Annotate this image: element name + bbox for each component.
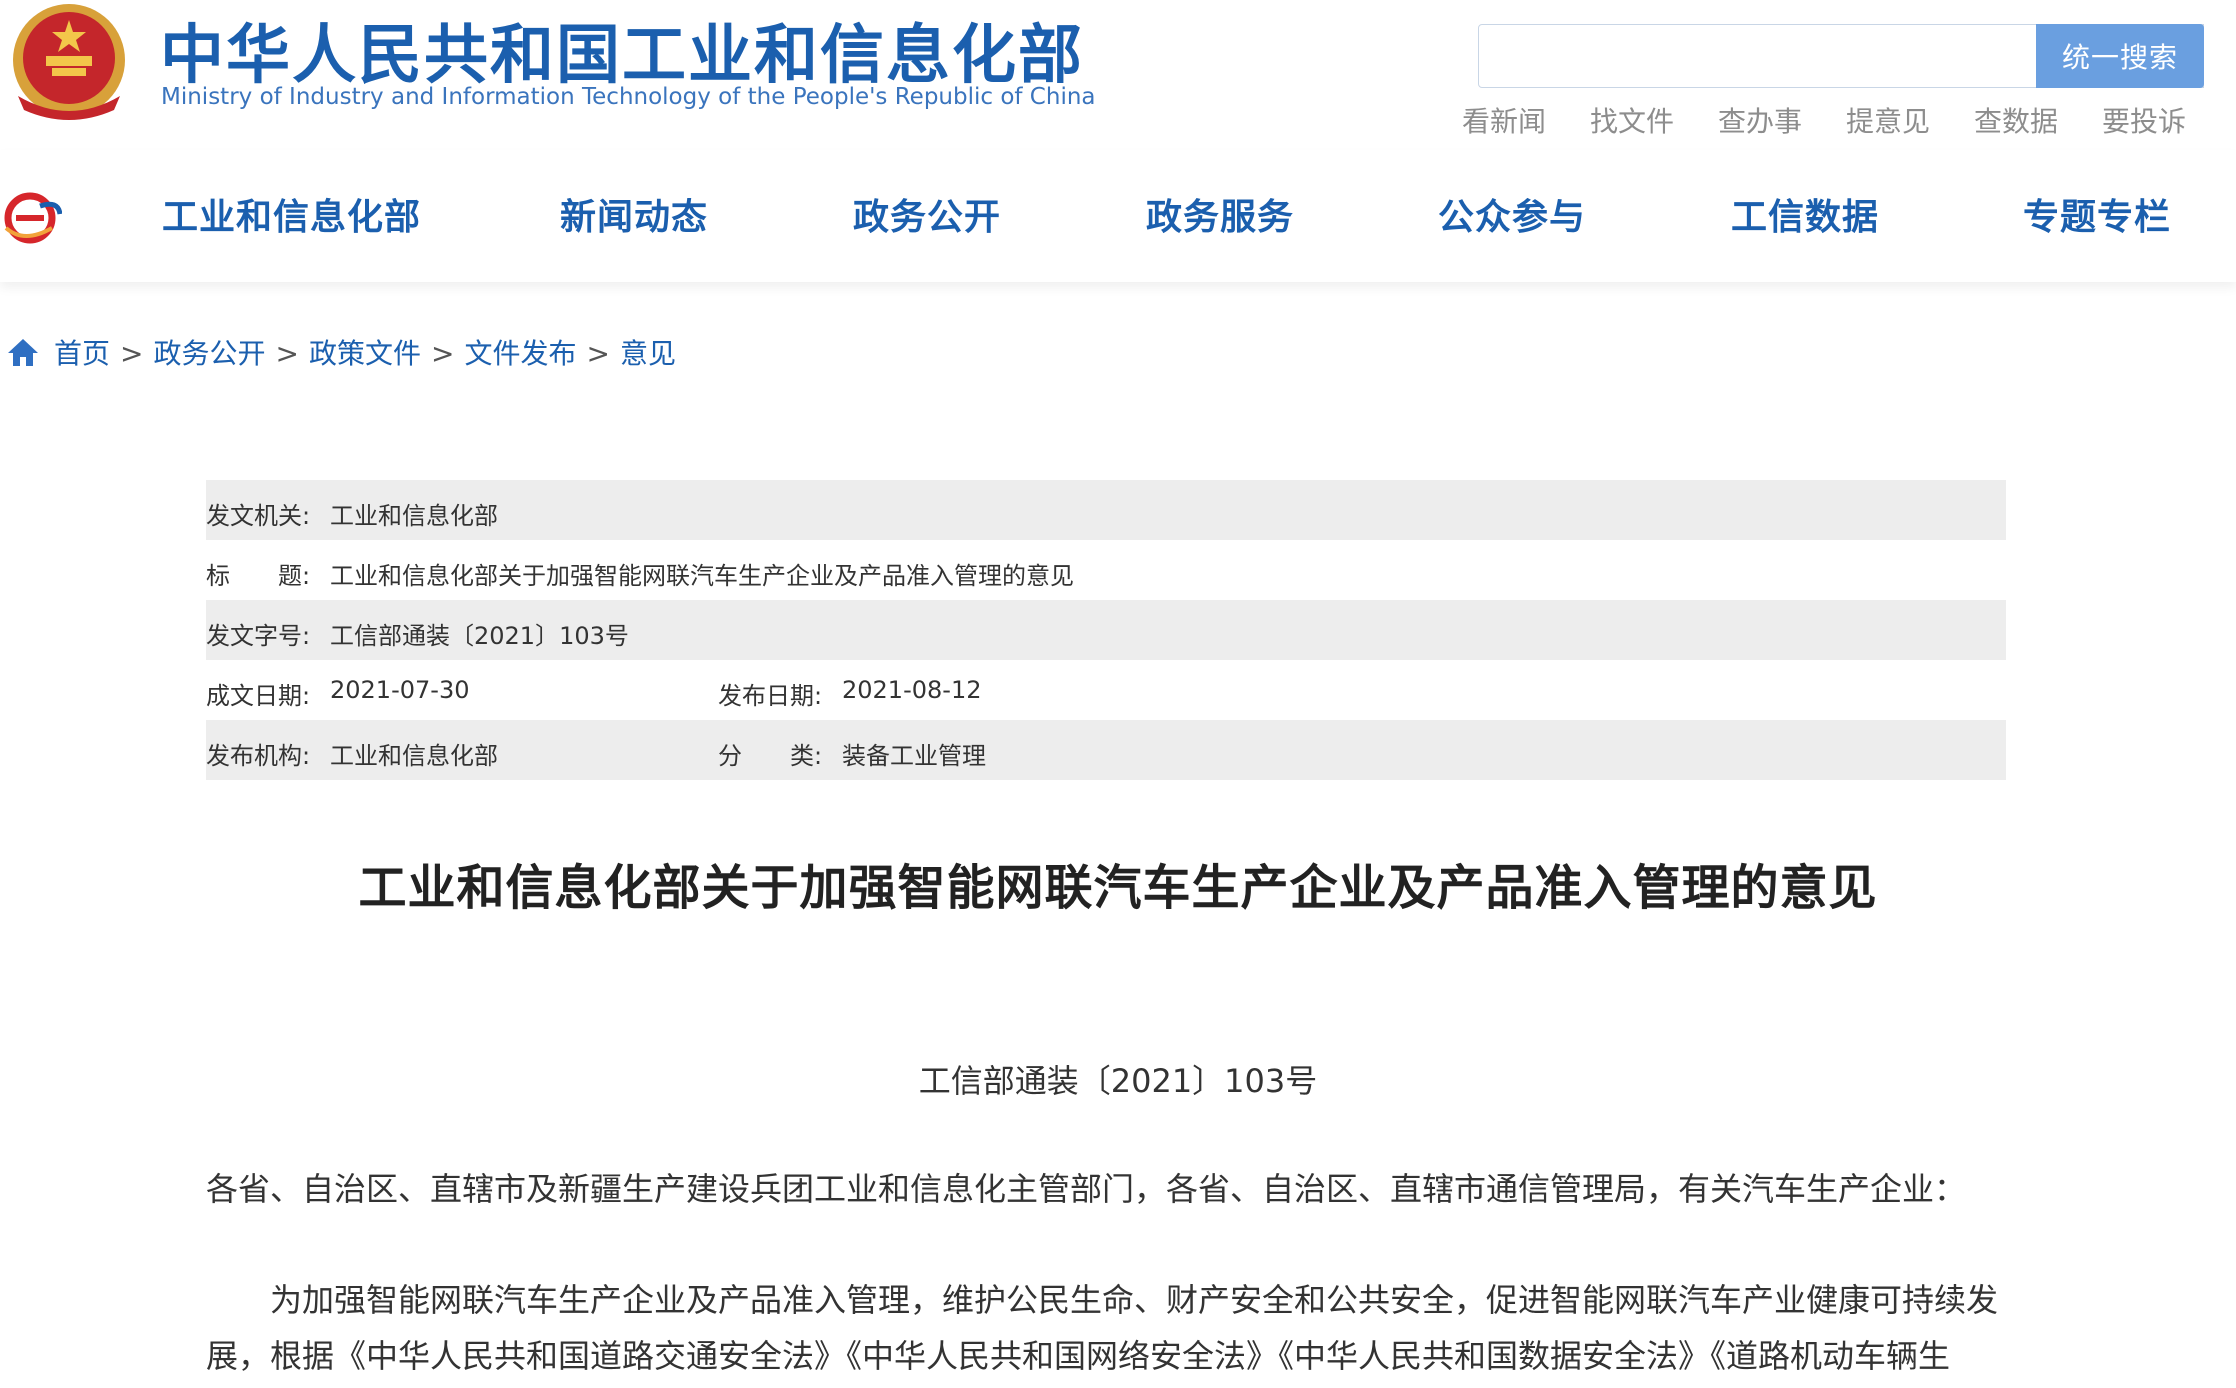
breadcrumb-links: 首页 > 政务公开 > 政策文件 > 文件发布 > 意见	[54, 332, 676, 372]
site-header: 中华人民共和国工业和信息化部 Ministry of Industry and …	[0, 0, 2236, 150]
written-date-label: 成文日期:	[206, 682, 311, 710]
title-label: 标 题:	[206, 562, 311, 590]
publisher-value: 工业和信息化部	[330, 742, 498, 770]
doc-number-value: 工信部通装〔2021〕103号	[330, 622, 629, 650]
site-subtitle: Ministry of Industry and Information Tec…	[161, 84, 1096, 110]
quick-link-data[interactable]: 查数据	[1974, 100, 2058, 140]
breadcrumb-gov-affairs-open[interactable]: 政务公开	[153, 337, 265, 370]
home-icon[interactable]	[6, 336, 40, 368]
quick-link-files[interactable]: 找文件	[1590, 100, 1674, 140]
nav-item-ministry[interactable]: 工业和信息化部	[162, 188, 421, 240]
info-row-dates: 成文日期: 2021-07-30 发布日期: 2021-08-12	[206, 660, 2006, 720]
breadcrumb-separator: >	[586, 337, 610, 370]
doc-number-label: 发文字号:	[206, 622, 311, 650]
document-paragraph-line: 展，根据《中华人民共和国道路交通安全法》《中华人民共和国网络安全法》《中华人民共…	[206, 1337, 1951, 1375]
title-value: 工业和信息化部关于加强智能网联汽车生产企业及产品准入管理的意见	[330, 562, 1074, 590]
info-row-issuer: 发文机关: 工业和信息化部	[206, 480, 2006, 540]
document-addressee: 各省、自治区、直辖市及新疆生产建设兵团工业和信息化主管部门，各省、自治区、直辖市…	[206, 1170, 1967, 1208]
breadcrumb-separator: >	[430, 337, 455, 370]
issuer-label: 发文机关:	[206, 502, 311, 530]
breadcrumb-policy-files[interactable]: 政策文件	[309, 337, 421, 370]
nav-item-public-participation[interactable]: 公众参与	[1438, 188, 1586, 240]
publish-date-value: 2021-08-12	[842, 676, 982, 704]
category-value: 装备工业管理	[842, 742, 986, 770]
nav-item-special-topics[interactable]: 专题专栏	[2023, 188, 2171, 240]
issuer-value: 工业和信息化部	[330, 502, 498, 530]
nav-item-news[interactable]: 新闻动态	[560, 188, 708, 240]
national-emblem-icon[interactable]	[6, 0, 132, 124]
publish-date-label: 发布日期:	[718, 682, 823, 710]
document-info-table: 发文机关: 工业和信息化部 标 题: 工业和信息化部关于加强智能网联汽车生产企业…	[206, 480, 2006, 780]
breadcrumb-file-release[interactable]: 文件发布	[464, 337, 576, 370]
ministry-logo-icon[interactable]	[0, 188, 62, 246]
search-input[interactable]	[1480, 26, 2034, 86]
search-button[interactable]: 统一搜索	[2036, 24, 2204, 88]
category-label: 分 类:	[718, 742, 823, 770]
document-number: 工信部通装〔2021〕103号	[918, 1062, 1318, 1100]
nav-item-gov-affairs-open[interactable]: 政务公开	[853, 188, 1001, 240]
breadcrumb-separator: >	[120, 337, 144, 370]
quick-link-news[interactable]: 看新闻	[1462, 100, 1546, 140]
nav-item-gov-services[interactable]: 政务服务	[1146, 188, 1294, 240]
document-paragraph-line: 为加强智能网联汽车生产企业及产品准入管理，维护公民生命、财产安全和公共安全，促进…	[206, 1281, 1999, 1319]
written-date-value: 2021-07-30	[330, 676, 470, 704]
main-nav: 工业和信息化部 新闻动态 政务公开 政务服务 公众参与 工信数据 专题专栏	[0, 150, 2236, 282]
info-row-title: 标 题: 工业和信息化部关于加强智能网联汽车生产企业及产品准入管理的意见	[206, 540, 2006, 600]
publisher-label: 发布机构:	[206, 742, 311, 770]
breadcrumb-home[interactable]: 首页	[54, 337, 110, 370]
info-row-doc-number: 发文字号: 工信部通装〔2021〕103号	[206, 600, 2006, 660]
quick-link-services[interactable]: 查办事	[1718, 100, 1802, 140]
document-title: 工业和信息化部关于加强智能网联汽车生产企业及产品准入管理的意见	[358, 860, 1878, 916]
quick-link-complaint[interactable]: 要投诉	[2102, 100, 2186, 140]
site-title[interactable]: 中华人民共和国工业和信息化部	[160, 4, 1084, 96]
quick-links: 看新闻 找文件 查办事 提意见 查数据 要投诉	[1462, 100, 2202, 140]
nav-item-data[interactable]: 工信数据	[1731, 188, 1879, 240]
breadcrumb-opinion[interactable]: 意见	[620, 337, 676, 370]
breadcrumb-separator: >	[275, 337, 299, 370]
quick-link-feedback[interactable]: 提意见	[1846, 100, 1930, 140]
info-row-publisher: 发布机构: 工业和信息化部 分 类: 装备工业管理	[206, 720, 2006, 780]
